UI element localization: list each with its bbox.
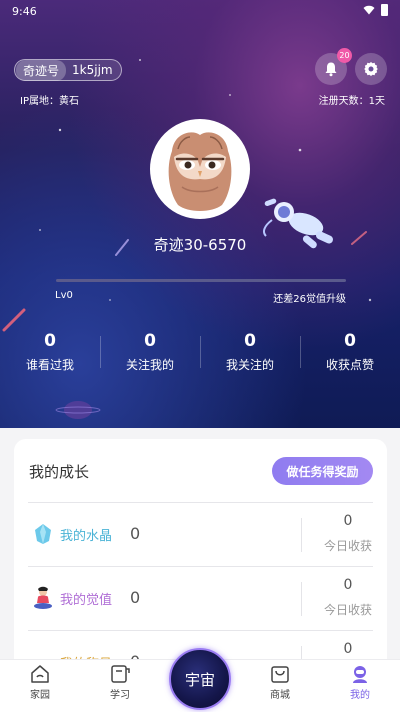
points-needed-label: 还差26觉值升级: [273, 294, 346, 305]
level-label: Lv0: [55, 290, 73, 301]
status-bar: 9:46: [0, 0, 400, 24]
crystal-icon: [35, 524, 51, 544]
stat-viewed-me[interactable]: 0 谁看过我: [0, 330, 100, 378]
stat-following[interactable]: 0 我关注的: [200, 330, 300, 378]
settings-button[interactable]: [355, 53, 387, 85]
nav-profile[interactable]: 我的: [330, 664, 390, 701]
id-value: 1k5jjm: [72, 63, 113, 77]
stat-followers[interactable]: 0 关注我的: [100, 330, 200, 378]
profile-header: 9:46 奇迹号 1k5jjm IP属地：黄石 注册天数：1天 20 奇迹30-…: [0, 0, 400, 428]
row-divider: [301, 518, 302, 552]
ip-location: IP属地：黄石: [20, 96, 79, 107]
stat-label: 收获点赞: [325, 358, 374, 372]
today-label: 今日收获: [323, 539, 372, 553]
stat-value: 0: [144, 331, 156, 351]
stat-label: 我关注的: [225, 358, 274, 372]
stat-likes[interactable]: 0 收获点赞: [300, 330, 400, 378]
today-value: 0: [343, 641, 353, 657]
row-divider: [301, 582, 302, 616]
level-progress-bar: [56, 279, 346, 282]
nav-shop[interactable]: 商城: [250, 664, 310, 701]
meditation-icon: [34, 586, 52, 609]
nav-label: 商城: [270, 690, 290, 701]
stat-label: 谁看过我: [25, 358, 74, 372]
avatar[interactable]: [150, 119, 250, 219]
stat-value: 0: [44, 331, 56, 351]
stat-label: 关注我的: [125, 358, 174, 372]
profile-icon: [353, 666, 367, 683]
nav-label: 学习: [110, 690, 130, 701]
id-tag: 奇迹号: [16, 59, 67, 81]
today-value: 0: [343, 577, 353, 593]
nav-home[interactable]: 家园: [10, 664, 70, 701]
today-value: 0: [343, 513, 353, 529]
nav-study[interactable]: 学习: [90, 664, 150, 701]
id-chip[interactable]: 奇迹号 1k5jjm: [14, 59, 122, 81]
growth-title: 我的成长: [29, 463, 90, 481]
study-icon: [111, 665, 130, 683]
growth-row-name: 我的水晶: [60, 529, 113, 544]
growth-row-crystal[interactable]: 我的水晶 0 0 今日收获: [28, 502, 373, 566]
home-icon: [31, 665, 49, 683]
stats-row: 0 谁看过我 0 关注我的 0 我关注的 0 收获点赞: [0, 330, 400, 378]
growth-row-name: 我的觉值: [60, 593, 113, 608]
owl-avatar-icon: [152, 121, 248, 217]
stat-value: 0: [344, 331, 356, 351]
stat-value: 0: [244, 331, 256, 351]
growth-row-points[interactable]: 我的觉值 0 0 今日收获: [28, 566, 373, 630]
username: 奇迹30-6570: [153, 236, 247, 254]
notification-badge: 20: [337, 48, 352, 63]
battery-icon: [381, 4, 388, 16]
status-time: 9:46: [12, 5, 37, 18]
nav-label: 我的: [350, 690, 370, 701]
universe-button[interactable]: 宇宙: [169, 648, 231, 710]
growth-row-value: 0: [130, 524, 141, 543]
shop-icon: [271, 666, 289, 683]
growth-row-value: 0: [130, 588, 141, 607]
wifi-icon: [363, 5, 375, 15]
registered-days: 注册天数：1天: [318, 96, 385, 107]
gear-icon: [364, 62, 378, 76]
nav-label: 家园: [30, 690, 50, 701]
bell-icon: [325, 62, 337, 77]
task-reward-button[interactable]: 做任务得奖励: [272, 457, 373, 485]
today-label: 今日收获: [323, 603, 372, 617]
